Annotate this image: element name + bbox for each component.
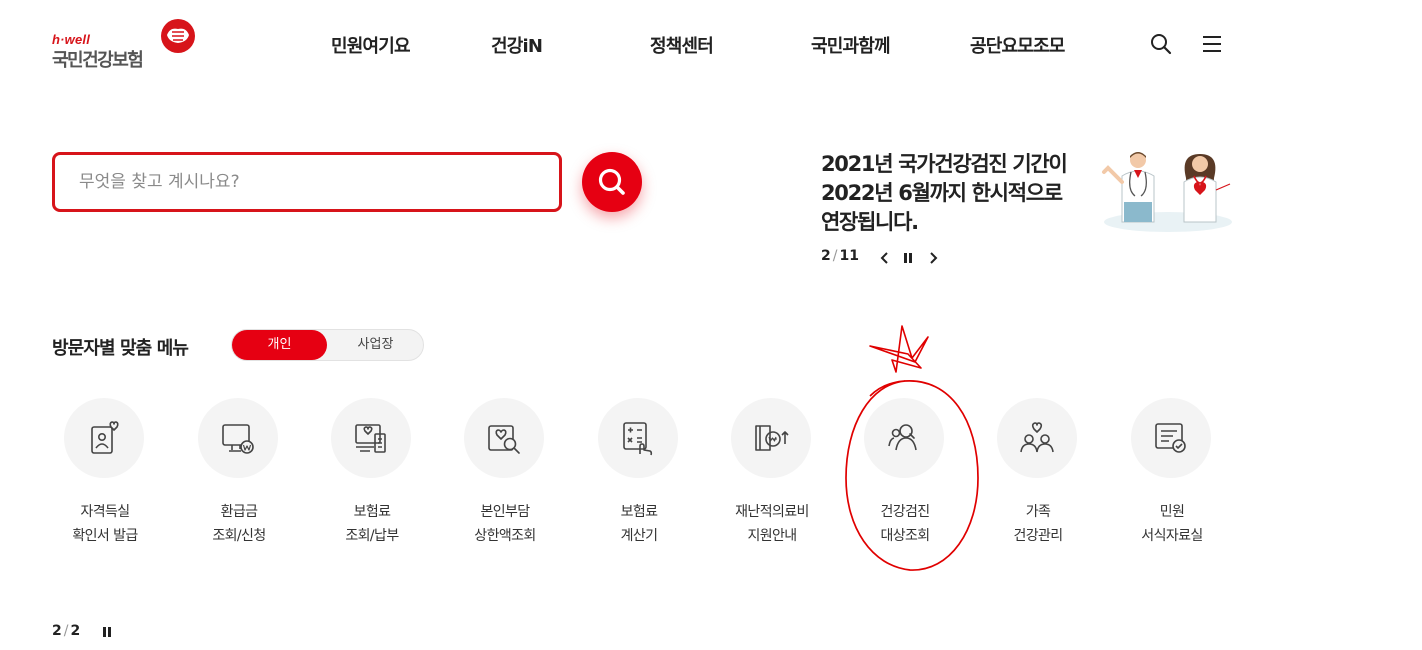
menu-current-page: 2 [52, 623, 62, 639]
notice-next-button[interactable] [926, 250, 940, 266]
search-submit-button[interactable] [582, 152, 642, 212]
notice-title-line: 2021년 국가건강검진 기간이 [821, 152, 1068, 176]
chevron-left-icon [880, 252, 888, 264]
hamburger-menu-icon [1203, 36, 1221, 52]
site-logo[interactable]: h·well 국민건강보험 [52, 16, 202, 72]
menu-item-label-line: 민원 [1159, 504, 1185, 520]
menu-item-label: 가족 건강관리 [971, 500, 1105, 548]
menu-item-label: 자격득실 확인서 발급 [38, 500, 172, 548]
menu-item-label-line: 건강검진 [880, 504, 930, 520]
menu-item-refund[interactable]: 환급금 조회/신청 [172, 398, 306, 548]
nav-item-policy-center[interactable]: 정책센터 [650, 32, 714, 58]
logo-tagline: h·well [52, 32, 91, 47]
notice-current-page: 2 [821, 248, 831, 264]
menu-item-label: 보험료 계산기 [572, 500, 706, 548]
menu-item-icon-bg [1131, 398, 1211, 478]
menu-item-catastrophic-medical-support[interactable]: 재난적의료비 지원안내 [705, 398, 839, 548]
pause-icon [103, 627, 111, 637]
logo-text: 국민건강보험 [52, 50, 144, 71]
menu-item-label: 재난적의료비 지원안내 [705, 500, 839, 548]
nav-item-health-in[interactable]: 건강iN [491, 32, 543, 58]
menu-item-label-line: 환급금 [220, 504, 258, 520]
header-search-button[interactable] [1149, 32, 1173, 56]
menu-item-icon-bg [331, 398, 411, 478]
menu-item-eligibility-certificate[interactable]: 자격득실 확인서 발급 [38, 398, 172, 548]
menu-item-label-line: 보험료 [353, 504, 391, 520]
menu-item-copay-ceiling[interactable]: 본인부담 상한액조회 [438, 398, 572, 548]
medical-cost-icon [755, 425, 789, 451]
menu-item-label: 민원 서식자료실 [1105, 500, 1239, 548]
menu-item-icon-bg [864, 398, 944, 478]
notice-pager: 2/11 [821, 248, 859, 264]
menu-item-label: 환급금 조회/신청 [172, 500, 306, 548]
id-card-icon [91, 421, 119, 454]
menu-item-label: 건강검진 대상조회 [838, 500, 972, 548]
search-icon [598, 168, 625, 195]
menu-item-label-line: 가족 [1025, 504, 1051, 520]
menu-item-label-line: 보험료 [620, 504, 658, 520]
annotation-star-mark [869, 325, 929, 373]
notice-prev-button[interactable] [878, 250, 892, 266]
nav-item-civil-service[interactable]: 민원여기요 [331, 32, 411, 58]
notice-total-pages: 11 [839, 248, 859, 264]
doctors-illustration [1102, 152, 1232, 232]
menu-item-label-line: 지원안내 [747, 528, 797, 544]
menu-item-label-line: 서식자료실 [1141, 528, 1203, 544]
menu-item-label: 보험료 조회/납부 [305, 500, 439, 548]
menu-item-label-line: 확인서 발급 [72, 528, 138, 544]
pause-icon [904, 253, 912, 263]
nav-item-with-people[interactable]: 국민과함께 [811, 32, 891, 58]
menu-item-family-health[interactable]: 가족 건강관리 [971, 398, 1105, 548]
menu-item-health-checkup-eligibility[interactable]: 건강검진 대상조회 [838, 398, 972, 548]
search-input[interactable] [79, 155, 539, 209]
menu-item-label-line: 조회/신청 [212, 528, 266, 544]
menu-item-label-line: 건강관리 [1013, 528, 1063, 544]
menu-item-label-line: 조회/납부 [345, 528, 399, 544]
menu-item-icon-bg [598, 398, 678, 478]
notice-pause-button[interactable] [901, 250, 915, 266]
menu-item-label-line: 상한액조회 [474, 528, 536, 544]
people-check-icon [888, 424, 917, 451]
toggle-business[interactable]: 사업장 [328, 330, 423, 360]
menu-total-pages: 2 [70, 623, 81, 639]
menu-pause-button[interactable] [100, 625, 114, 641]
menu-item-label-line: 자격득실 [80, 504, 130, 520]
payment-terminal-icon [355, 424, 386, 453]
notice-title[interactable]: 2021년 국가건강검진 기간이 2022년 6월까지 한시적으로 연장됩니다. [821, 150, 1101, 237]
nhis-logo-icon [161, 19, 195, 53]
menu-item-icon-bg [198, 398, 278, 478]
visitor-menu-heading: 방문자별 맞춤 메뉴 [52, 338, 189, 359]
calculator-icon [623, 422, 653, 456]
search-icon [1151, 34, 1172, 55]
heart-search-icon [488, 425, 520, 454]
menu-item-premium-payment[interactable]: 보험료 조회/납부 [305, 398, 439, 548]
menu-item-premium-calculator[interactable]: 보험료 계산기 [572, 398, 706, 548]
menu-item-form-library[interactable]: 민원 서식자료실 [1105, 398, 1239, 548]
menu-item-label-line: 본인부담 [480, 504, 530, 520]
annotation-overlay [845, 325, 979, 571]
nav-item-about-nhis[interactable]: 공단요모조모 [970, 32, 1065, 58]
menu-item-icon-bg [731, 398, 811, 478]
family-icon [1020, 422, 1054, 453]
menu-item-label-line: 대상조회 [880, 528, 930, 544]
notice-title-line: 연장됩니다. [821, 210, 919, 234]
visitor-type-toggle: 개인 사업장 [231, 329, 424, 361]
chevron-right-icon [930, 252, 938, 264]
toggle-individual[interactable]: 개인 [232, 330, 327, 360]
menu-item-label-line: 재난적의료비 [735, 504, 809, 520]
menu-pager: 2/2 [52, 623, 81, 639]
menu-item-icon-bg [464, 398, 544, 478]
search-box [52, 152, 562, 212]
notice-title-line: 2022년 6월까지 한시적으로 [821, 181, 1063, 205]
monitor-refund-icon [222, 424, 254, 454]
menu-item-label-line: 계산기 [620, 528, 658, 544]
menu-item-icon-bg [64, 398, 144, 478]
document-form-icon [1155, 423, 1186, 453]
header-menu-button[interactable] [1200, 32, 1224, 56]
menu-item-icon-bg [997, 398, 1077, 478]
menu-item-label: 본인부담 상한액조회 [438, 500, 572, 548]
